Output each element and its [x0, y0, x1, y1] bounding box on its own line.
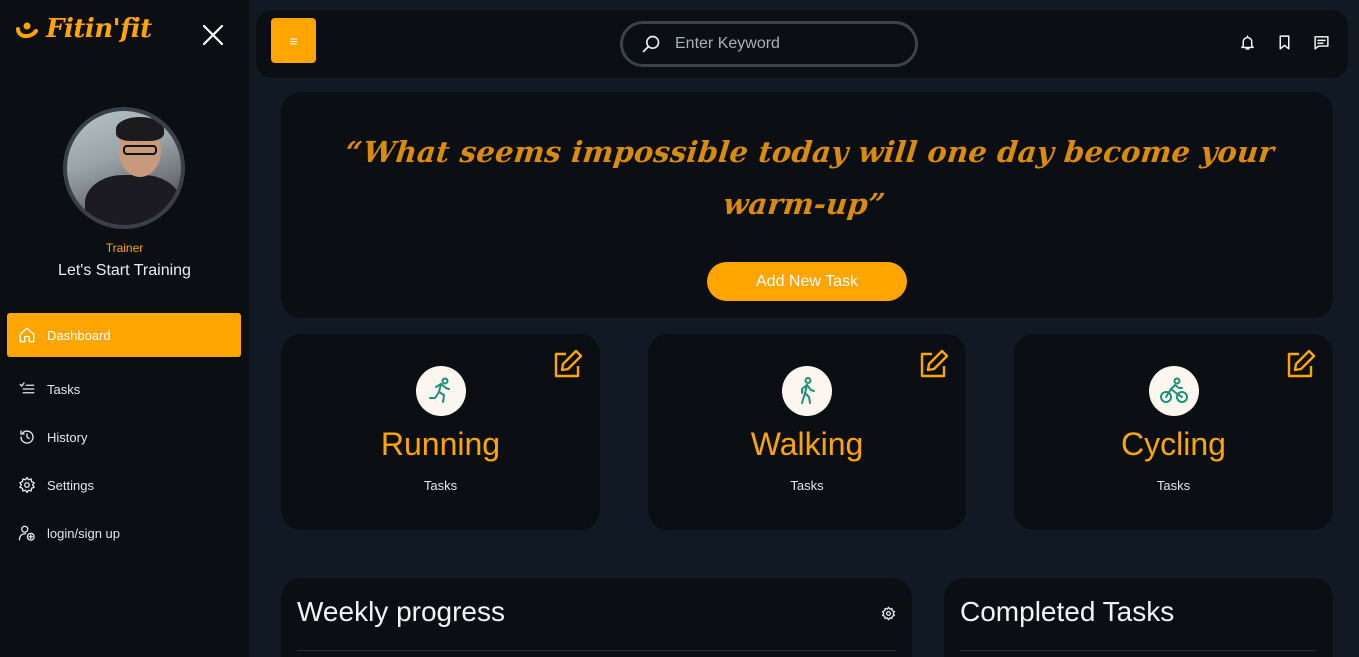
completed-tasks-panel: Completed Tasks [944, 578, 1333, 657]
gear-icon [19, 476, 35, 494]
activity-card-cycling[interactable]: Cycling Tasks [1014, 334, 1333, 530]
divider [960, 650, 1317, 651]
activity-subtitle: Tasks [790, 478, 824, 493]
motivation-card: “What seems impossible today will one da… [281, 92, 1333, 318]
sidebar-item-tasks[interactable]: Tasks [7, 367, 241, 411]
home-icon [19, 327, 35, 343]
activity-icon-badge [1148, 366, 1199, 416]
sidebar-item-label: History [47, 429, 88, 445]
divider [297, 650, 896, 651]
activity-title: Cycling [1121, 426, 1226, 462]
weekly-progress-panel: Weekly progress [281, 578, 912, 657]
sidebar-item-label: login/sign up [47, 525, 120, 541]
brand-logo[interactable]: Fitin'fit [16, 14, 152, 44]
profile-tagline: Let's Start Training [58, 262, 191, 279]
gear-icon[interactable] [881, 606, 896, 621]
sidebar-item-settings[interactable]: Settings [7, 463, 241, 507]
list-check-icon [19, 382, 35, 394]
close-sidebar-icon[interactable] [200, 22, 226, 48]
header-actions [1239, 34, 1330, 51]
avatar[interactable] [63, 107, 185, 229]
message-icon[interactable] [1313, 34, 1330, 51]
history-icon [20, 430, 34, 444]
activity-card-running[interactable]: Running Tasks [281, 334, 600, 530]
sidebar-nav: Dashboard Tasks History Settings login/s… [7, 313, 241, 559]
sidebar-item-login[interactable]: login/sign up [7, 511, 241, 555]
activity-icon-badge [782, 366, 832, 416]
profile-role: Trainer [105, 241, 144, 255]
edit-icon[interactable] [552, 348, 584, 380]
top-bar: ≡ [256, 10, 1348, 78]
hamburger-icon: ≡ [289, 32, 298, 49]
bell-icon[interactable] [1239, 34, 1256, 51]
add-new-task-button[interactable]: Add New Task [707, 262, 907, 301]
search-input[interactable] [675, 35, 895, 53]
menu-toggle-button[interactable]: ≡ [271, 18, 316, 63]
activity-subtitle: Tasks [423, 478, 458, 493]
sidebar-item-dashboard[interactable]: Dashboard [7, 313, 241, 357]
activity-card-walking[interactable]: Walking Tasks [648, 334, 966, 530]
panel-title: Weekly progress [297, 596, 506, 627]
sidebar-item-label: Tasks [47, 381, 81, 397]
activity-title: Walking [750, 426, 864, 462]
sidebar-item-label: Dashboard [47, 327, 111, 343]
walking-icon [801, 377, 815, 404]
sidebar-item-history[interactable]: History [7, 415, 241, 459]
edit-icon[interactable] [918, 348, 950, 380]
sidebar: Fitin'fit Trainer Let's Start Training D… [0, 0, 249, 657]
logo-icon [16, 22, 38, 38]
motivational-quote: “What seems impossible today will one da… [343, 135, 1276, 221]
search-icon [642, 35, 660, 53]
search-box[interactable] [620, 21, 918, 67]
brand-name: Fitin'fit [46, 14, 152, 44]
cycling-icon [1159, 377, 1188, 403]
sidebar-item-label: Settings [47, 477, 94, 493]
panel-title: Completed Tasks [960, 596, 1175, 627]
activity-subtitle: Tasks [1156, 478, 1191, 493]
user-add-icon [18, 525, 35, 541]
bookmark-icon[interactable] [1276, 34, 1293, 51]
activity-title: Running [380, 426, 501, 462]
edit-icon[interactable] [1285, 348, 1317, 380]
running-icon [428, 377, 450, 403]
activity-icon-badge [415, 366, 466, 416]
